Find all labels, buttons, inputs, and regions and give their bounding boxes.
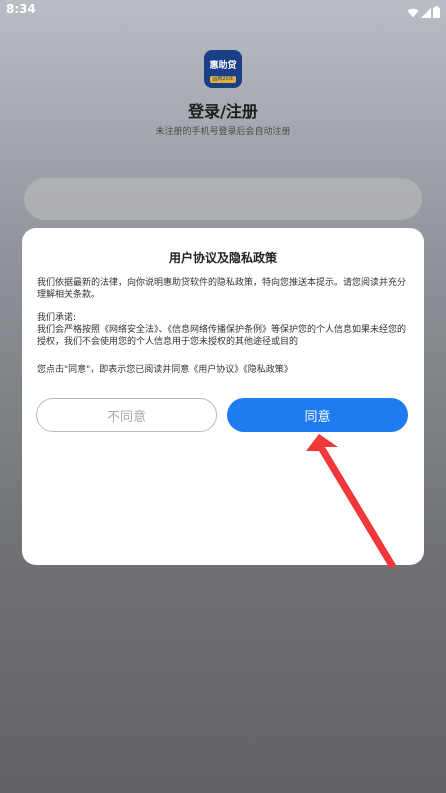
signal-icon [421,3,431,22]
status-time: 8:34 [6,2,36,16]
page-subtitle: 未注册的手机号登录后会自动注册 [155,127,291,137]
promise-text: 我们会严格按照《网络安全法》、《信息网络传播保护条例》等保护您的个人信息如果未经… [37,325,407,347]
phone-input[interactable] [24,178,422,220]
dialog-title: 用户协议及隐私政策 [168,251,277,265]
dialog-promise: 我们承诺: 我们会严格按照《网络安全法》、《信息网络传播保护条例》等保护您的个人… [37,312,409,348]
battery-icon [433,3,440,22]
promise-heading: 我们承诺: [37,313,77,323]
wifi-icon [407,3,419,22]
logo-name: 惠助贷 [209,61,237,71]
status-icons [407,3,440,22]
privacy-dialog: 用户协议及隐私政策 我们依据最新的法律，向你说明惠助贷软件的隐私政策，特向您推送… [22,228,424,565]
status-bar: 8:34 [0,0,446,18]
app-logo: 惠助贷 品牌20年 [204,50,242,88]
agree-button[interactable]: 同意 [227,398,408,432]
dialog-consent: 您点击"同意"，即表示您已阅读并同意《用户协议》《隐私政策》 [37,365,293,375]
logo-subtext: 品牌20年 [210,76,236,83]
page-title: 登录/注册 [188,102,258,121]
dialog-intro: 我们依据最新的法律，向你说明惠助贷软件的隐私政策，特向您推送本提示。请您阅读并充… [37,278,407,300]
disagree-button[interactable]: 不同意 [36,398,217,432]
